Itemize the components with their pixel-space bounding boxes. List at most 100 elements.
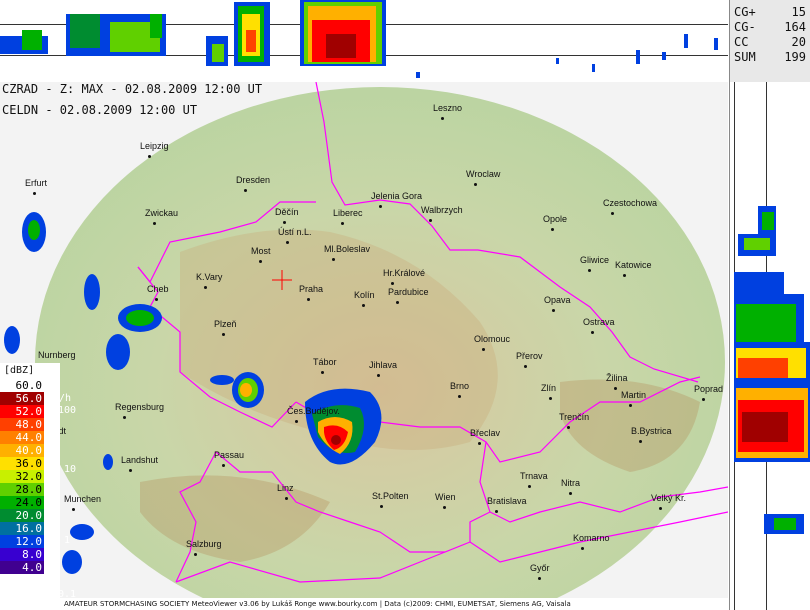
legend-level: 52.0 xyxy=(0,405,44,418)
city-label: Komarno xyxy=(573,533,610,543)
stat-cg-plus: CG+ 15 xyxy=(734,5,808,19)
city-dot xyxy=(362,304,365,307)
legend-level: 60.0 xyxy=(0,379,44,392)
city-label: Praha xyxy=(299,284,324,294)
city-label: Wroclaw xyxy=(466,169,501,179)
legend-mmh-mark: 100 xyxy=(58,405,77,416)
city-dot xyxy=(155,298,158,301)
city-label: Brno xyxy=(450,381,470,391)
city-label: Trnava xyxy=(520,471,548,481)
city-dot xyxy=(495,510,498,513)
city-label: Leszno xyxy=(433,103,463,113)
city-label: Kolín xyxy=(354,290,375,300)
credits-footer: AMATEUR STORMCHASING SOCIETY MeteoViewer… xyxy=(0,598,728,610)
legend-level: 40.0 xyxy=(0,444,44,457)
stat-value: 164 xyxy=(784,20,806,34)
city-label: Győr xyxy=(530,563,550,573)
city-dot xyxy=(153,222,156,225)
city-dot xyxy=(581,547,584,550)
right-profile-echoes xyxy=(734,206,810,534)
city-label: Munchen xyxy=(64,494,102,504)
city-dot xyxy=(396,301,399,304)
legend-level: 4.0 xyxy=(0,561,44,574)
city-dot xyxy=(391,282,394,285)
city-dot xyxy=(332,258,335,261)
city-label: Hr.Králové xyxy=(383,268,426,278)
city-dot xyxy=(639,440,642,443)
city-dot xyxy=(528,485,531,488)
city-label: Leipzig xyxy=(140,141,169,151)
legend-level: 24.0 xyxy=(0,496,44,509)
city-label: Žilina xyxy=(606,373,628,383)
city-label: Tábor xyxy=(313,357,337,367)
city-dot xyxy=(244,189,247,192)
stat-label: CG- xyxy=(734,20,756,34)
city-dot xyxy=(429,219,432,222)
stat-sum: SUM 199 xyxy=(734,50,808,64)
stat-label: CC xyxy=(734,35,749,49)
city-label: Regensburg xyxy=(115,402,165,412)
city-dot xyxy=(611,212,614,215)
city-dot xyxy=(72,508,75,511)
city-dot xyxy=(482,348,485,351)
radar-product-header: CZRAD - Z: MAX - 02.08.2009 12:00 UT xyxy=(2,82,263,96)
lightning-stats-panel: CG+ 15 CG- 164 CC 20 SUM 199 xyxy=(729,0,810,83)
lightning-data-header: CELDN - 02.08.2009 12:00 UT xyxy=(2,103,198,117)
city-dot xyxy=(286,241,289,244)
city-label: Velký Kr. xyxy=(651,493,687,503)
city-dot xyxy=(567,426,570,429)
legend-level: 28.0 xyxy=(0,483,44,496)
city-label: Ústí n.L. xyxy=(278,227,312,237)
city-dot xyxy=(441,117,444,120)
map-background xyxy=(4,82,728,598)
city-label: Most xyxy=(251,246,271,256)
legend-mmh-mark: 10 xyxy=(64,464,77,475)
city-label: Bratislava xyxy=(487,496,527,506)
city-label: Opole xyxy=(543,214,568,224)
stat-value: 15 xyxy=(791,5,806,19)
legend-level: 8.0 xyxy=(0,548,44,561)
city-dot xyxy=(259,260,262,263)
city-label: Salzburg xyxy=(186,539,222,549)
city-dot xyxy=(569,492,572,495)
legend-level: 36.0 xyxy=(0,457,44,470)
city-dot xyxy=(307,298,310,301)
city-label: St.Polten xyxy=(372,491,409,501)
city-dot xyxy=(33,192,36,195)
city-label: Jelenia Gora xyxy=(371,191,423,201)
right-radar-profile xyxy=(729,82,810,610)
city-dot xyxy=(588,269,591,272)
city-dot xyxy=(341,222,344,225)
city-dot xyxy=(702,398,705,401)
city-label: Plzeň xyxy=(214,319,237,329)
legend-level: 16.0 xyxy=(0,522,44,535)
legend-mmh-mark: 1 xyxy=(64,535,71,546)
city-label: Dresden xyxy=(236,175,271,185)
city-label: Erfurt xyxy=(25,178,48,188)
city-label: Linz xyxy=(277,483,294,493)
city-dot xyxy=(377,374,380,377)
city-dot xyxy=(629,404,632,407)
city-dot xyxy=(538,577,541,580)
city-label: Zlín xyxy=(541,383,557,393)
city-label: Opava xyxy=(544,295,571,305)
city-dot xyxy=(204,286,207,289)
city-dot xyxy=(222,333,225,336)
city-dot xyxy=(380,505,383,508)
city-label: Gliwice xyxy=(580,255,610,265)
city-label: Walbrzych xyxy=(421,205,463,215)
city-dot xyxy=(379,205,382,208)
top-profile-echoes xyxy=(0,0,718,78)
stat-cg-minus: CG- 164 xyxy=(734,20,808,34)
city-label: Katowice xyxy=(615,260,652,270)
city-dot xyxy=(474,183,477,186)
city-label: Přerov xyxy=(516,351,543,361)
city-dot xyxy=(123,416,126,419)
city-label: Wien xyxy=(435,492,456,502)
city-dot xyxy=(285,497,288,500)
city-label: Nurnberg xyxy=(38,350,76,360)
city-dot xyxy=(551,228,554,231)
city-dot xyxy=(552,309,555,312)
city-dot xyxy=(524,365,527,368)
city-label: Děčín xyxy=(275,207,299,217)
